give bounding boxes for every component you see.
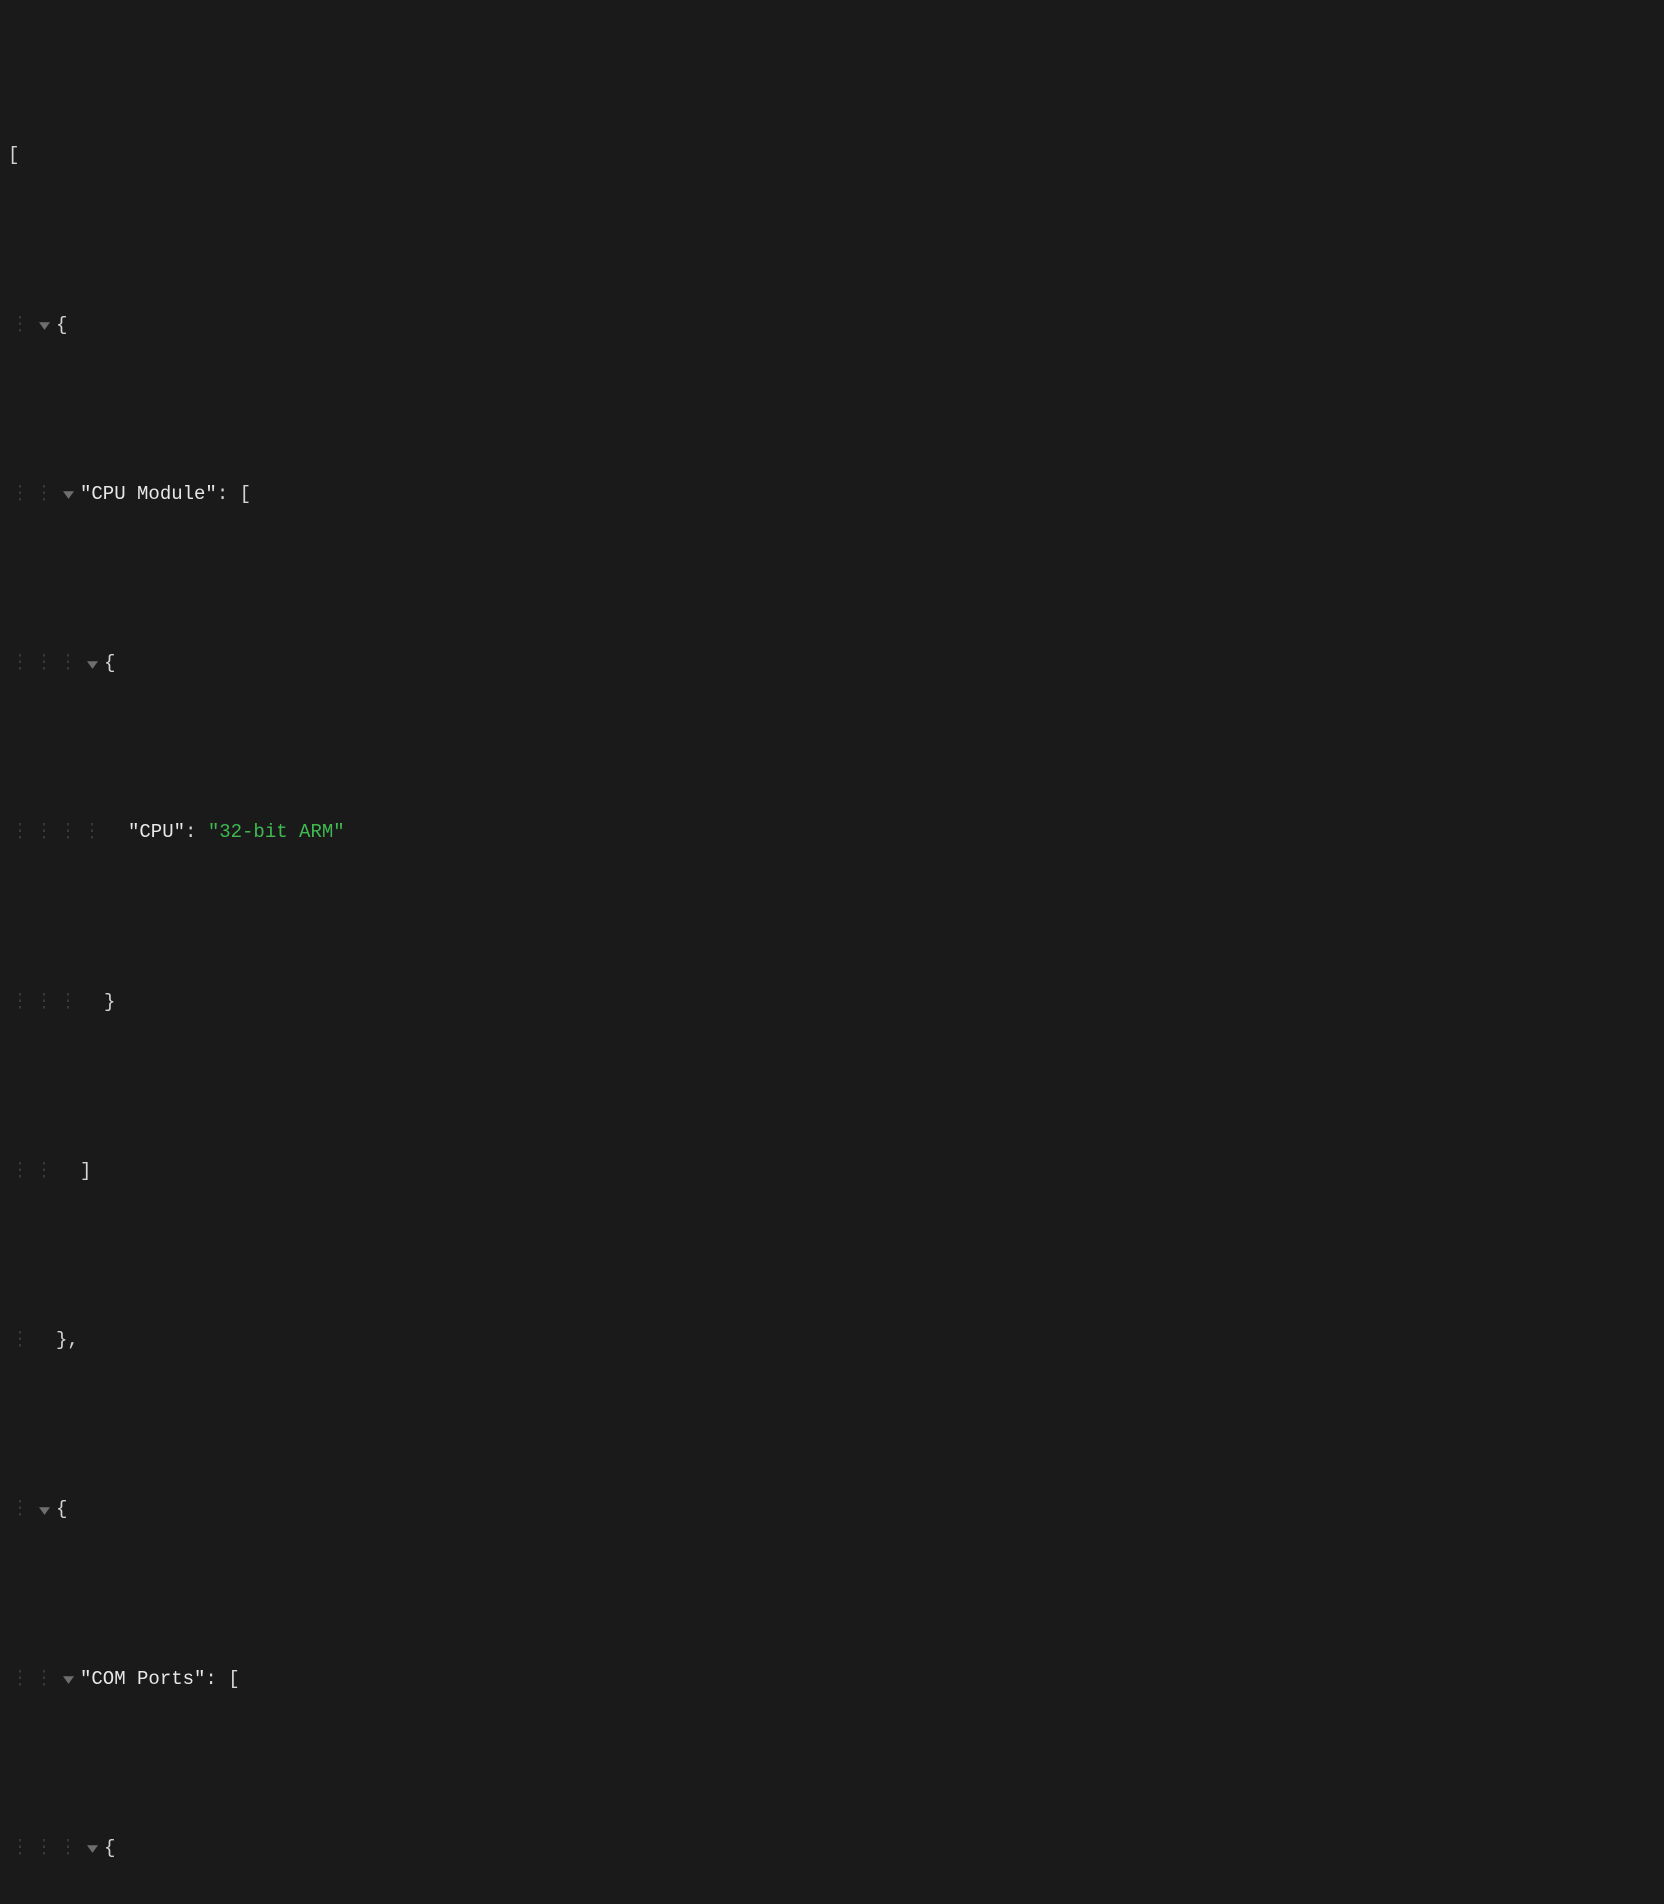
indent-guide: ⋮ (8, 986, 32, 1020)
tree-line: ⋮ { (8, 1493, 1656, 1527)
indent-guide: ⋮ (32, 986, 56, 1020)
indent-guide: ⋮ (80, 816, 104, 850)
indent-guide: ⋮ (32, 1663, 56, 1697)
json-string-value: "32-bit ARM" (208, 821, 345, 843)
colon-bracket: : [ (205, 1668, 239, 1690)
chevron-down-icon[interactable] (32, 320, 56, 331)
bracket-open: [ (8, 139, 19, 173)
tree-line: ⋮ }, (8, 1324, 1656, 1358)
colon-bracket: : [ (217, 483, 251, 505)
chevron-down-icon[interactable] (80, 1843, 104, 1854)
brace-open: { (104, 1832, 115, 1866)
tree-line: [ (8, 139, 1656, 173)
indent-guide: ⋮ (8, 309, 32, 343)
indent-guide: ⋮ (32, 816, 56, 850)
chevron-down-icon[interactable] (56, 1674, 80, 1685)
indent-guide: ⋮ (56, 986, 80, 1020)
chevron-down-icon[interactable] (56, 489, 80, 500)
tree-line: ⋮ ⋮ ⋮ ⋮ "CPU": "32-bit ARM" (8, 816, 1656, 850)
indent-guide: ⋮ (56, 816, 80, 850)
json-key: "CPU" (128, 821, 185, 843)
brace-close-comma: }, (56, 1324, 79, 1358)
json-tree-viewer: [ ⋮ { ⋮ ⋮ "CPU Module": [ ⋮ ⋮ ⋮ { ⋮ ⋮ ⋮ … (8, 4, 1656, 1904)
tree-line: ⋮ ⋮ "COM Ports": [ (8, 1663, 1656, 1697)
indent-guide: ⋮ (8, 1493, 32, 1527)
json-key-line: "COM Ports": [ (80, 1663, 240, 1697)
indent-guide: ⋮ (8, 1155, 32, 1189)
tree-line: ⋮ ⋮ "CPU Module": [ (8, 478, 1656, 512)
indent-guide: ⋮ (32, 478, 56, 512)
indent-guide: ⋮ (8, 1324, 32, 1358)
indent-guide: ⋮ (8, 816, 32, 850)
indent-guide: ⋮ (32, 1155, 56, 1189)
tree-line: ⋮ ⋮ ⋮ { (8, 1832, 1656, 1866)
colon: : (185, 821, 208, 843)
indent-guide: ⋮ (8, 647, 32, 681)
chevron-down-icon[interactable] (32, 1505, 56, 1516)
brace-close: } (104, 986, 115, 1020)
tree-line: ⋮ ⋮ ] (8, 1155, 1656, 1189)
bracket-close: ] (80, 1155, 91, 1189)
indent-guide: ⋮ (56, 647, 80, 681)
chevron-down-icon[interactable] (80, 659, 104, 670)
json-key-line: "CPU Module": [ (80, 478, 251, 512)
tree-line: ⋮ { (8, 309, 1656, 343)
indent-guide: ⋮ (32, 1832, 56, 1866)
indent-guide: ⋮ (32, 647, 56, 681)
indent-guide: ⋮ (8, 1832, 32, 1866)
tree-line: ⋮ ⋮ ⋮ { (8, 647, 1656, 681)
brace-open: { (56, 1493, 67, 1527)
json-kv-pair: "CPU": "32-bit ARM" (128, 816, 345, 850)
tree-line: ⋮ ⋮ ⋮ } (8, 986, 1656, 1020)
json-key: "CPU Module" (80, 483, 217, 505)
indent-guide: ⋮ (8, 478, 32, 512)
indent-guide: ⋮ (56, 1832, 80, 1866)
json-key: "COM Ports" (80, 1668, 205, 1690)
indent-guide: ⋮ (8, 1663, 32, 1697)
brace-open: { (104, 647, 115, 681)
brace-open: { (56, 309, 67, 343)
